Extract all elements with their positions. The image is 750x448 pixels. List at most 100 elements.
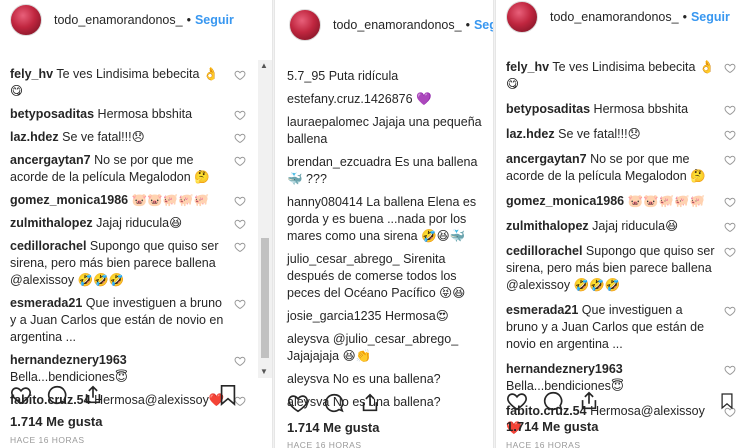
comment-user[interactable]: hanny080414 xyxy=(287,195,363,209)
comment-row: josie_garcia1235 Hermosa😍 xyxy=(287,308,489,325)
avatar[interactable] xyxy=(10,4,42,36)
post-panel-1: todo_enamorandonos_ • Seguir fely_hv Te … xyxy=(0,0,272,448)
username[interactable]: todo_enamorandonos_ xyxy=(333,18,462,32)
comment-user[interactable]: gomez_monica1986 xyxy=(10,193,128,207)
comment-user[interactable]: 5.7_95 xyxy=(287,69,325,83)
share-icon[interactable] xyxy=(359,392,381,414)
separator-dot: • xyxy=(682,10,687,24)
like-comment-icon[interactable] xyxy=(234,218,246,230)
like-comment-icon[interactable] xyxy=(234,298,246,310)
like-comment-icon[interactable] xyxy=(234,69,246,81)
like-comment-icon[interactable] xyxy=(724,305,736,317)
comment-row: zulmithalopez Jajaj riducula😆 xyxy=(10,215,252,232)
like-comment-icon[interactable] xyxy=(724,246,736,258)
like-comment-icon[interactable] xyxy=(234,241,246,253)
comment-text: Puta ridícula xyxy=(328,69,399,83)
post-panel-3: todo_enamorandonos_ • Seguir fely_hv Te … xyxy=(496,0,750,448)
like-comment-icon[interactable] xyxy=(724,154,736,166)
comment-user[interactable]: estefany.cruz.1426876 xyxy=(287,92,413,106)
avatar[interactable] xyxy=(289,9,321,41)
follow-button[interactable]: Seg xyxy=(474,18,493,32)
comment-user[interactable]: gomez_monica1986 xyxy=(506,194,624,208)
action-bar xyxy=(287,388,487,418)
comment-user[interactable]: cedillorachel xyxy=(506,244,582,258)
like-comment-icon[interactable] xyxy=(724,221,736,233)
comment-user[interactable]: fely_hv xyxy=(10,67,53,81)
follow-button[interactable]: Seguir xyxy=(691,10,730,24)
comment-user[interactable]: esmerada21 xyxy=(506,303,578,317)
username[interactable]: todo_enamorandonos_ xyxy=(550,10,679,24)
like-comment-icon[interactable] xyxy=(724,62,736,74)
comment-row: betyposaditas Hermosa bbshita xyxy=(506,101,742,118)
comment-user[interactable]: aleysva xyxy=(287,372,329,386)
comment-list: 5.7_95 Puta ridícula estefany.cruz.14268… xyxy=(287,68,489,417)
follow-button[interactable]: Seguir xyxy=(195,13,234,27)
heart-icon[interactable] xyxy=(506,390,528,412)
comment-text: Hermosa bbshita xyxy=(97,107,193,121)
comment-row: cedillorachel Supongo que quiso ser sire… xyxy=(506,243,742,294)
like-comment-icon[interactable] xyxy=(234,109,246,121)
comment-text: Jajaj riducula😆 xyxy=(592,219,679,233)
heart-icon[interactable] xyxy=(10,384,32,406)
comment-user[interactable]: zulmithalopez xyxy=(10,216,93,230)
comment-row: ancergaytan7 No se por que me acorde de … xyxy=(506,151,742,185)
comment-text: Se ve fatal!!!😞 xyxy=(558,127,641,141)
comment-user[interactable]: ancergaytan7 xyxy=(506,152,587,166)
scrollbar-thumb[interactable] xyxy=(261,238,269,358)
comment-icon[interactable] xyxy=(46,384,68,406)
comment-user[interactable]: zulmithalopez xyxy=(506,219,589,233)
comment-row: gomez_monica1986 🐷🐷🐖🐖🐖 xyxy=(506,193,742,210)
comment-user[interactable]: brendan_ezcuadra xyxy=(287,155,391,169)
scrollbar[interactable]: ▲ ▼ xyxy=(258,60,272,378)
like-comment-icon[interactable] xyxy=(234,355,246,367)
action-bar xyxy=(10,380,262,410)
comment-user[interactable]: laz.hdez xyxy=(10,130,59,144)
like-comment-icon[interactable] xyxy=(724,129,736,141)
scroll-down-arrow-icon[interactable]: ▼ xyxy=(260,367,268,377)
heart-icon[interactable] xyxy=(287,392,309,414)
scroll-up-arrow-icon[interactable]: ▲ xyxy=(260,61,268,71)
comment-list: fely_hv Te ves Lindisima bebecita 👌😋 bet… xyxy=(10,66,252,415)
comment-user[interactable]: esmerada21 xyxy=(10,296,82,310)
like-comment-icon[interactable] xyxy=(724,196,736,208)
comment-user[interactable]: betyposaditas xyxy=(506,102,590,116)
comment-user[interactable]: laz.hdez xyxy=(506,127,555,141)
likes-count[interactable]: 1.714 Me gusta xyxy=(10,414,103,429)
like-comment-icon[interactable] xyxy=(234,155,246,167)
avatar[interactable] xyxy=(506,1,538,33)
comment-icon[interactable] xyxy=(542,390,564,412)
comment-user[interactable]: cedillorachel xyxy=(10,239,86,253)
share-icon[interactable] xyxy=(578,390,600,412)
comment-row: laz.hdez Se ve fatal!!!😞 xyxy=(10,129,252,146)
like-comment-icon[interactable] xyxy=(234,195,246,207)
bookmark-icon[interactable] xyxy=(218,384,238,406)
likes-count[interactable]: 1.714 Me gusta xyxy=(287,420,380,435)
comment-user[interactable]: julio_cesar_abrego_ xyxy=(287,252,400,266)
comment-user[interactable]: ancergaytan7 xyxy=(10,153,91,167)
comment-user[interactable]: lauraepalomec xyxy=(287,115,369,129)
action-bar xyxy=(506,386,748,416)
comment-row: estefany.cruz.1426876 💜 xyxy=(287,91,489,108)
comment-user[interactable]: betyposaditas xyxy=(10,107,94,121)
likes-count[interactable]: 1.714 Me gusta xyxy=(506,419,599,434)
comment-user[interactable]: hernandeznery1963 xyxy=(506,362,623,376)
comment-row: cedillorachel Supongo que quiso ser sire… xyxy=(10,238,252,289)
comment-icon[interactable] xyxy=(323,392,345,414)
share-icon[interactable] xyxy=(82,384,104,406)
like-comment-icon[interactable] xyxy=(724,364,736,376)
username[interactable]: todo_enamorandonos_ xyxy=(54,13,183,27)
comment-user[interactable]: fely_hv xyxy=(506,60,549,74)
bookmark-icon[interactable] xyxy=(720,390,734,412)
comment-user[interactable]: josie_garcia1235 xyxy=(287,309,382,323)
comment-row: 5.7_95 Puta ridícula xyxy=(287,68,489,85)
comment-row: aleysva No es una ballena? xyxy=(287,371,489,388)
comment-text: Hermosa bbshita xyxy=(593,102,689,116)
comment-user[interactable]: aleysva xyxy=(287,332,329,346)
comment-text: 🐷🐷🐖🐖🐖 xyxy=(131,193,210,207)
comment-row: betyposaditas Hermosa bbshita xyxy=(10,106,252,123)
comment-row: aleysva @julio_cesar_abrego_ Jajajajaja … xyxy=(287,331,489,365)
like-comment-icon[interactable] xyxy=(724,104,736,116)
like-comment-icon[interactable] xyxy=(234,132,246,144)
comment-user[interactable]: hernandeznery1963 xyxy=(10,353,127,367)
comment-text: No es una ballena? xyxy=(332,372,441,386)
